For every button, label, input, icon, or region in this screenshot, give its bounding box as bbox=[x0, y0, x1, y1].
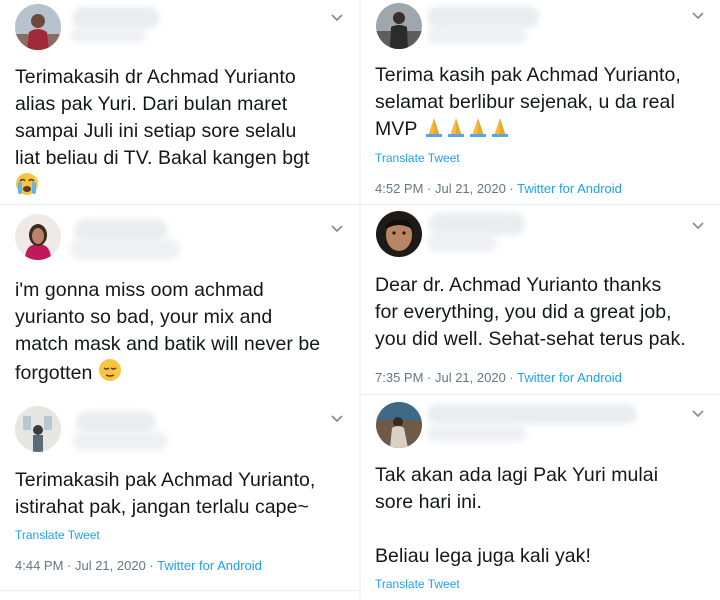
avatar[interactable] bbox=[15, 4, 61, 50]
tweet-card[interactable]: i'm gonna miss oom achmad yurianto so ba… bbox=[0, 205, 360, 395]
timestamp: 7:35 PM · Jul 21, 2020 · bbox=[375, 370, 518, 385]
avatar[interactable] bbox=[15, 214, 61, 260]
source-link[interactable]: Twitter for Android bbox=[517, 181, 622, 196]
tweet-card[interactable]: Dear dr. Achmad Yurianto thanks for ever… bbox=[361, 205, 720, 395]
timestamp: 4:52 PM · Jul 21, 2020 · bbox=[375, 181, 518, 196]
tweet-card[interactable]: Terimakasih pak Achmad Yurianto, istirah… bbox=[0, 395, 360, 600]
divider bbox=[0, 590, 360, 591]
left-column: Terimakasih dr Achmad Yurianto alias pak… bbox=[0, 0, 360, 600]
blurred-username bbox=[427, 404, 637, 424]
translate-tweet-link[interactable]: Translate Tweet bbox=[375, 577, 460, 591]
chevron-down-icon[interactable] bbox=[691, 11, 705, 21]
avatar[interactable] bbox=[15, 406, 61, 452]
blurred-handle bbox=[427, 26, 527, 44]
blurred-handle bbox=[70, 238, 180, 260]
tweet-meta: 7:35 PM · Jul 21, 2020 · Twitter for And… bbox=[375, 370, 622, 385]
tweet-text: Terimakasih dr Achmad Yurianto alias pak… bbox=[15, 64, 348, 199]
translate-tweet-link[interactable]: Translate Tweet bbox=[15, 528, 100, 542]
relieved-face-icon bbox=[98, 359, 122, 384]
tweet-text: i'm gonna miss oom achmad yurianto so ba… bbox=[15, 279, 321, 384]
avatar-person-icon bbox=[376, 402, 422, 448]
tweet-meta: 4:44 PM · Jul 21, 2020 · Twitter for And… bbox=[15, 558, 262, 573]
right-column: Terima kasih pak Achmad Yurianto, selama… bbox=[361, 0, 720, 600]
chevron-down-icon[interactable] bbox=[330, 13, 344, 23]
avatar-person-icon bbox=[376, 211, 422, 257]
avatar-person-icon bbox=[376, 3, 422, 49]
tweet-card[interactable]: Tak akan ada lagi Pak Yuri mulai sore ha… bbox=[361, 395, 720, 600]
tweet-text: Terimakasih pak Achmad Yurianto, istirah… bbox=[15, 469, 316, 518]
avatar-person-icon bbox=[15, 214, 61, 260]
chevron-down-icon[interactable] bbox=[330, 224, 344, 234]
chevron-down-icon[interactable] bbox=[691, 221, 705, 231]
blurred-handle bbox=[427, 232, 497, 252]
avatar[interactable] bbox=[376, 402, 422, 448]
blurred-handle bbox=[70, 27, 146, 43]
tweet-text: Dear dr. Achmad Yurianto thanks for ever… bbox=[375, 274, 686, 350]
blurred-username bbox=[427, 6, 539, 28]
tweet-text: Tak akan ada lagi Pak Yuri mulai sore ha… bbox=[375, 464, 659, 567]
avatar[interactable] bbox=[376, 211, 422, 257]
source-link[interactable]: Twitter for Android bbox=[517, 370, 622, 385]
folded-hands-icon bbox=[423, 118, 511, 140]
tweet-meta: 4:52 PM · Jul 21, 2020 · Twitter for And… bbox=[375, 181, 622, 196]
source-link[interactable]: Twitter for Android bbox=[157, 558, 262, 573]
blurred-handle bbox=[427, 424, 527, 442]
tweet-card[interactable]: Terima kasih pak Achmad Yurianto, selama… bbox=[361, 0, 720, 205]
avatar-person-icon bbox=[15, 4, 61, 50]
avatar-person-icon bbox=[15, 406, 61, 452]
blurred-username bbox=[76, 411, 156, 433]
chevron-down-icon[interactable] bbox=[330, 414, 344, 424]
translate-tweet-link[interactable]: Translate Tweet bbox=[375, 151, 460, 165]
blurred-handle bbox=[72, 431, 168, 451]
loudly-crying-face-icon bbox=[15, 172, 348, 199]
chevron-down-icon[interactable] bbox=[691, 409, 705, 419]
tweet-text: Terima kasih pak Achmad Yurianto, selama… bbox=[375, 64, 681, 140]
tweet-card[interactable]: Terimakasih dr Achmad Yurianto alias pak… bbox=[0, 0, 360, 205]
avatar[interactable] bbox=[376, 3, 422, 49]
blurred-username bbox=[72, 7, 160, 29]
timestamp: 4:44 PM · Jul 21, 2020 · bbox=[15, 558, 158, 573]
